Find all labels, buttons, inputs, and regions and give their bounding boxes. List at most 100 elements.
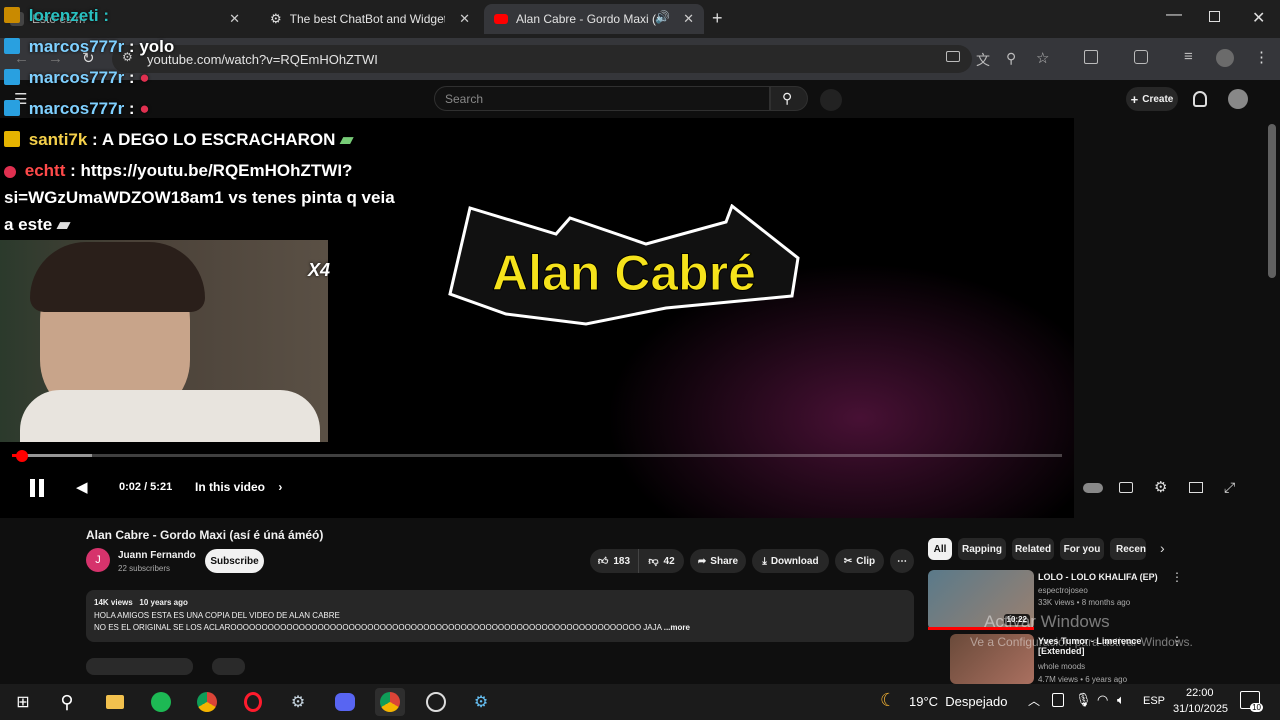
chat-badge [4, 38, 20, 54]
voice-search-icon[interactable] [820, 89, 842, 111]
fullscreen-icon[interactable]: ⤢ [1224, 479, 1235, 496]
search-button[interactable]: ⚲ [770, 86, 808, 111]
progress-track[interactable] [12, 454, 1062, 457]
page-scrollbar[interactable] [1268, 124, 1276, 278]
chat-message: lorenzeti : [4, 6, 109, 26]
share-icon: ➦ [697, 555, 707, 567]
item-menu-icon[interactable]: ⋮ [1171, 570, 1183, 584]
search-taskbar-button[interactable]: ⚲ [52, 688, 82, 716]
subscriber-count: 22 subscribers [118, 564, 171, 573]
wifi-icon[interactable]: ◠ [1097, 692, 1108, 708]
clock-date[interactable]: 31/10/2025 [1173, 703, 1228, 715]
tray-chevron-icon[interactable]: ︿ [1028, 692, 1040, 709]
chat-separator: : [98, 6, 110, 25]
pause-icon[interactable] [30, 479, 44, 497]
filter-chip-rapping[interactable]: Rapping [958, 538, 1006, 560]
screenshot-icon[interactable] [1134, 50, 1148, 64]
download-button[interactable]: ⤓ Download [752, 549, 829, 573]
chevron-right-icon[interactable]: › [1160, 540, 1165, 556]
cast-icon[interactable] [946, 51, 960, 62]
translate-icon[interactable]: 文 [976, 50, 990, 70]
chevron-right-icon: › [278, 480, 283, 494]
omnibox[interactable]: ⚙ youtube.com/watch?v=RQEmHOhZTWI [112, 45, 972, 73]
lips-emote-icon: ● [139, 99, 150, 118]
tray-app-icon[interactable] [1052, 693, 1064, 707]
subscribe-button[interactable]: Subscribe [205, 549, 264, 573]
filter-chip-all[interactable]: All [928, 538, 952, 560]
more-horizontal-icon: ⋯ [897, 555, 907, 567]
chat-separator: : [124, 68, 140, 87]
channel-initial: J [95, 554, 101, 566]
speaker-icon[interactable]: 🔈︎ [1117, 692, 1125, 708]
filter-chip-for-you[interactable]: For you [1060, 538, 1104, 560]
spotify-button[interactable] [146, 688, 176, 716]
restore-icon[interactable] [1209, 11, 1220, 22]
in-this-video-button[interactable]: In this video › [195, 480, 282, 494]
zoom-icon[interactable]: ⚲ [1006, 50, 1016, 67]
start-button[interactable]: ⊞ [8, 688, 38, 716]
close-window-icon[interactable]: ✕ [1252, 8, 1265, 28]
steam-button[interactable]: ⚙ [283, 688, 313, 716]
chrome-icon [380, 692, 400, 712]
bookmark-star-icon[interactable]: ☆ [1036, 49, 1049, 67]
activation-watermark-subtitle: Ve a Configuración para activar Windows. [970, 635, 1193, 649]
account-avatar[interactable] [1228, 89, 1248, 109]
captions-icon[interactable] [1119, 482, 1133, 493]
search-input[interactable]: Search [434, 86, 770, 111]
menu-kebab-icon[interactable]: ⋮ [1254, 48, 1269, 66]
settings-gear-icon[interactable]: ⚙ [1154, 478, 1167, 496]
create-button[interactable]: + Create [1126, 87, 1178, 111]
close-icon[interactable]: ✕ [683, 11, 694, 27]
profile-avatar[interactable] [1216, 49, 1234, 67]
filter-chip-recent[interactable]: Recent [1110, 538, 1146, 560]
close-icon[interactable]: ✕ [459, 11, 470, 27]
clip-button[interactable]: ✂ Clip [835, 549, 884, 573]
chrome-active-button[interactable] [375, 688, 405, 716]
url-text: youtube.com/watch?v=RQEmHOhZTWI [147, 52, 378, 67]
folder-icon [106, 695, 124, 709]
clock-time[interactable]: 22:00 [1186, 687, 1214, 699]
progress-scrubber[interactable] [16, 450, 28, 462]
autoplay-toggle[interactable] [1083, 483, 1103, 493]
more-actions-button[interactable]: ⋯ [890, 549, 914, 573]
chat-text: https://youtu.be/RQEmHOhZTWI? [80, 161, 353, 180]
minimize-icon[interactable]: — [1166, 6, 1182, 24]
dislike-button[interactable]: 👎︎ 42 [638, 549, 684, 573]
tab-3-active[interactable]: Alan Cabre - Gordo Maxi (á 🔊 ✕ [484, 4, 704, 34]
volume-icon[interactable]: ◀ [76, 478, 88, 496]
like-button[interactable]: 👍︎ 183 [590, 549, 638, 573]
weather-text[interactable]: 19°C Despejado [909, 694, 1007, 709]
chat-message: marcos777r : yolo [4, 37, 174, 57]
speaker-icon[interactable]: 🔊 [655, 10, 670, 24]
theater-mode-icon[interactable] [1189, 482, 1203, 493]
time-display: 0:02 / 5:21 [119, 481, 173, 493]
in-this-video-label: In this video [195, 480, 266, 494]
steam-icon: ⚙ [473, 694, 489, 711]
microphone-icon[interactable]: 🎙︎ [1075, 692, 1092, 708]
chat-badge [4, 100, 20, 116]
channel-name[interactable]: Juann Fernando [118, 550, 196, 561]
notification-center-button[interactable]: 10 [1240, 691, 1263, 712]
description-box[interactable]: 14K views 10 years ago HOLA AMIGOS ESTA … [86, 590, 914, 642]
chrome-button[interactable] [192, 688, 222, 716]
chat-badge [4, 7, 20, 23]
opera-button[interactable] [238, 688, 268, 716]
overlay-multiplier: X4 [308, 260, 331, 280]
show-more-link[interactable]: ...more [664, 623, 690, 632]
input-language[interactable]: ESP [1143, 695, 1165, 707]
share-button[interactable]: ➦ Share [690, 549, 746, 573]
notifications-bell-icon[interactable] [1193, 91, 1207, 107]
media-control-icon[interactable]: ≡ [1184, 48, 1193, 65]
new-tab-icon[interactable]: + [712, 8, 723, 29]
steam-button-2[interactable]: ⚙ [466, 688, 496, 716]
file-explorer-button[interactable] [100, 688, 130, 716]
discord-button[interactable] [330, 688, 360, 716]
obs-button[interactable] [421, 688, 451, 716]
channel-avatar[interactable]: J [86, 548, 110, 572]
tab-label: Alan Cabre - Gordo Maxi (á [516, 12, 661, 26]
close-icon[interactable]: ✕ [229, 11, 240, 27]
tab-2[interactable]: ⚙ The best ChatBot and Widgets f ✕ [260, 4, 480, 34]
extensions-icon[interactable] [1084, 50, 1098, 64]
filter-chip-related[interactable]: Related [1012, 538, 1054, 560]
opera-icon [244, 692, 262, 712]
